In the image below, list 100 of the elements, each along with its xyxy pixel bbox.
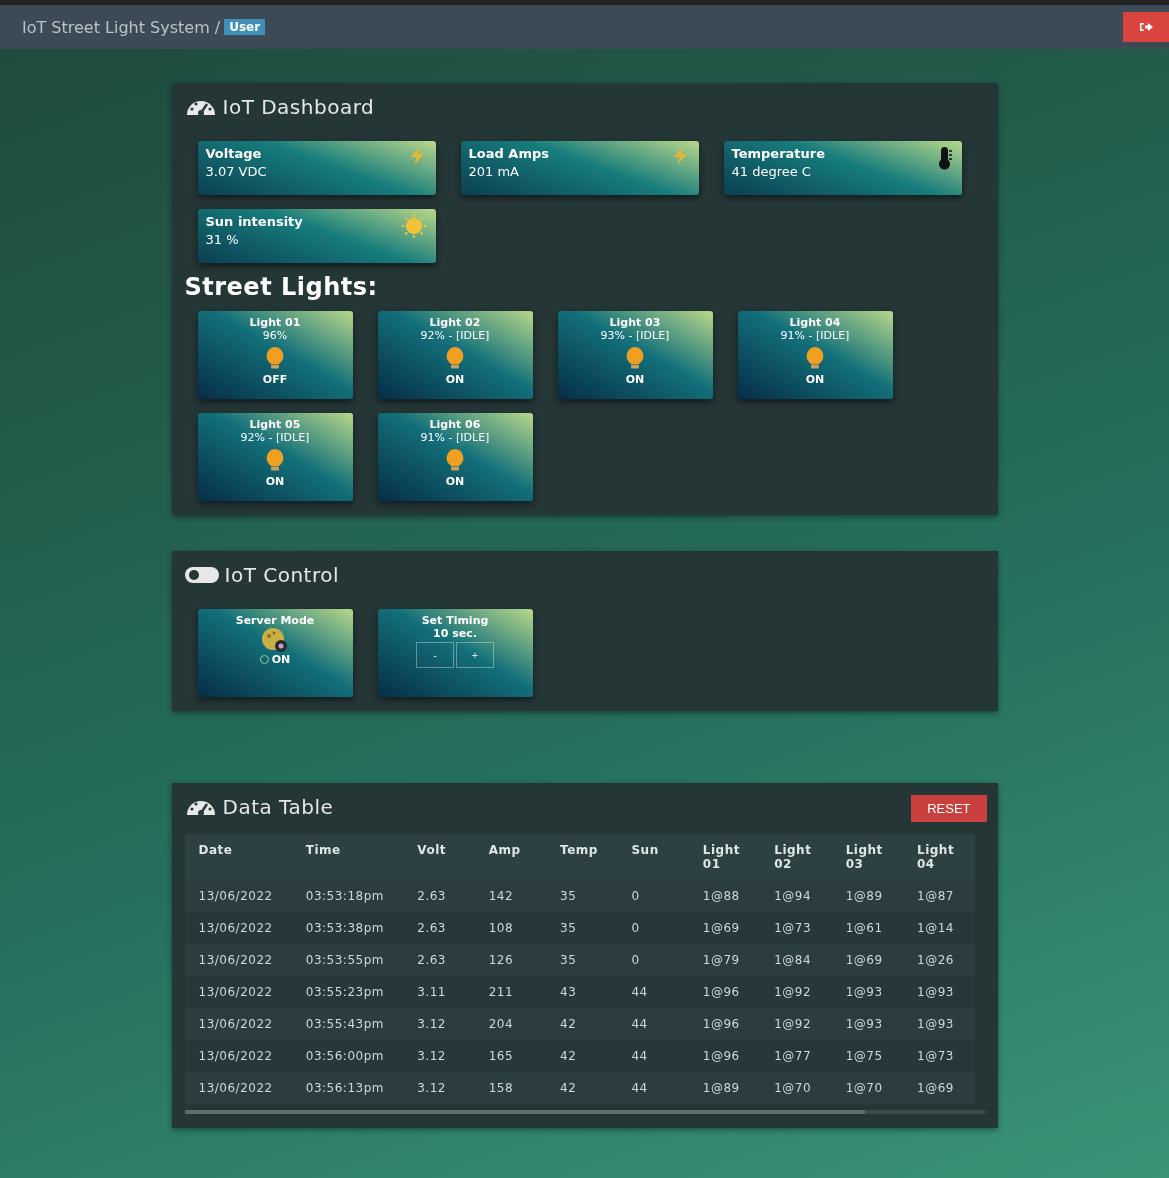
table-cell: 44: [617, 1040, 689, 1072]
horizontal-scrollbar[interactable]: [184, 1110, 985, 1114]
table-cell: 03:56:00pm: [291, 1040, 404, 1072]
table-cell: 1@96: [688, 1008, 761, 1040]
decrease-button[interactable]: -: [416, 642, 454, 668]
table-cell: 1@88: [688, 880, 761, 912]
logout-icon: [1139, 22, 1153, 32]
table-cell: 1@69: [903, 1072, 975, 1104]
column-header: Volt: [403, 834, 475, 880]
table-cell: 1@26: [903, 944, 975, 976]
table-cell: 158: [474, 1072, 547, 1104]
column-header: Light 03: [831, 834, 903, 880]
table-cell: 0: [617, 912, 689, 944]
section-heading: Street Lights:: [184, 273, 379, 301]
stat-label: Load Amps: [468, 146, 549, 161]
table-cell: 1@84: [760, 944, 832, 976]
table-cell: 13/06/2022: [184, 1040, 292, 1072]
table-cell: 03:53:55pm: [291, 944, 404, 976]
light-bulb-icon: [444, 346, 466, 370]
table-cell: 1@87: [903, 880, 975, 912]
panel-title: Data Table: [222, 795, 334, 819]
light-reading: 92% - [IDLE]: [420, 329, 490, 342]
table-cell: 13/06/2022: [184, 912, 292, 944]
stat-label: Voltage: [205, 146, 263, 161]
light-bulb-icon: [444, 448, 466, 472]
stat-value: 3.07 VDC: [205, 164, 267, 179]
table-cell: 1@92: [760, 1008, 832, 1040]
table-cell: 165: [474, 1040, 547, 1072]
light-reading: 91% - [IDLE]: [780, 329, 850, 342]
stat-value: 201 mA: [468, 164, 520, 179]
table-cell: 3.12: [403, 1040, 475, 1072]
column-header: Date: [184, 834, 292, 880]
light-bulb-icon: [264, 346, 286, 370]
light-status: ON: [805, 373, 825, 386]
table-cell: 1@92: [760, 976, 832, 1008]
table-cell: 1@14: [903, 912, 975, 944]
toggle-icon: [184, 567, 219, 583]
increase-button[interactable]: +: [456, 642, 494, 668]
table-cell: 03:53:18pm: [291, 880, 404, 912]
light-bulb-icon: [804, 346, 826, 370]
table-cell: 1@93: [903, 1008, 975, 1040]
light-status: ON: [445, 475, 465, 488]
stat-label: Temperature: [731, 146, 825, 161]
control-label: Server Mode: [235, 614, 315, 627]
column-header: Temp: [546, 834, 618, 880]
column-header: Time: [291, 834, 404, 880]
table-cell: 13/06/2022: [184, 1008, 292, 1040]
light-reading: 91% - [IDLE]: [420, 431, 490, 444]
light-reading: 96%: [262, 329, 288, 342]
light-name: Light 01: [249, 316, 301, 329]
light-name: Light 04: [789, 316, 841, 329]
table-cell: 1@70: [760, 1072, 832, 1104]
light-reading: 92% - [IDLE]: [240, 431, 310, 444]
table-cell: 1@69: [831, 944, 903, 976]
table-cell: 204: [474, 1008, 547, 1040]
table-cell: 03:55:43pm: [291, 1008, 404, 1040]
app-title: IoT Street Light System /: [22, 17, 221, 37]
table-cell: 108: [474, 912, 547, 944]
table-cell: 0: [617, 944, 689, 976]
logout-button[interactable]: [1123, 12, 1169, 42]
table-cell: 126: [474, 944, 547, 976]
sun-icon: [399, 214, 428, 238]
column-header: Light 01: [688, 834, 761, 880]
stat-value: 31 %: [205, 232, 240, 247]
table-cell: 0: [617, 880, 689, 912]
light-status: ON: [445, 373, 465, 386]
table-cell: 211: [474, 976, 547, 1008]
panel-title: IoT Dashboard: [222, 95, 375, 119]
table-cell: 44: [617, 1072, 689, 1104]
table-cell: 42: [546, 1072, 618, 1104]
table-cell: 03:53:38pm: [291, 912, 404, 944]
reset-button[interactable]: RESET: [911, 795, 987, 822]
column-header: Light 02: [760, 834, 832, 880]
table-cell: 1@73: [760, 912, 832, 944]
panel-title: IoT Control: [224, 563, 339, 587]
light-name: Light 06: [429, 418, 481, 431]
stat-value: 41 degree C: [731, 164, 812, 179]
column-header: Light 04: [903, 834, 975, 880]
table-cell: 2.63: [403, 912, 475, 944]
column-header: Amp: [474, 834, 547, 880]
table-cell: 42: [546, 1008, 618, 1040]
table-cell: 44: [617, 976, 689, 1008]
light-status: OFF: [262, 373, 288, 386]
table-cell: 1@96: [688, 976, 761, 1008]
light-name: Light 03: [609, 316, 661, 329]
control-label: Set Timing: [421, 614, 489, 627]
table-cell: 142: [474, 880, 547, 912]
table-cell: 2.63: [403, 880, 475, 912]
table-cell: 1@94: [760, 880, 832, 912]
table-cell: 1@93: [831, 976, 903, 1008]
light-bulb-icon: [624, 346, 646, 370]
table-cell: 1@70: [831, 1072, 903, 1104]
table-cell: 35: [546, 944, 618, 976]
table-cell: 1@73: [903, 1040, 975, 1072]
table-cell: 3.11: [403, 976, 475, 1008]
table-cell: 13/06/2022: [184, 880, 292, 912]
table-cell: 35: [546, 912, 618, 944]
table-cell: 1@93: [903, 976, 975, 1008]
table-cell: 1@89: [688, 1072, 761, 1104]
server-mode-radio[interactable]: ON: [259, 653, 291, 666]
